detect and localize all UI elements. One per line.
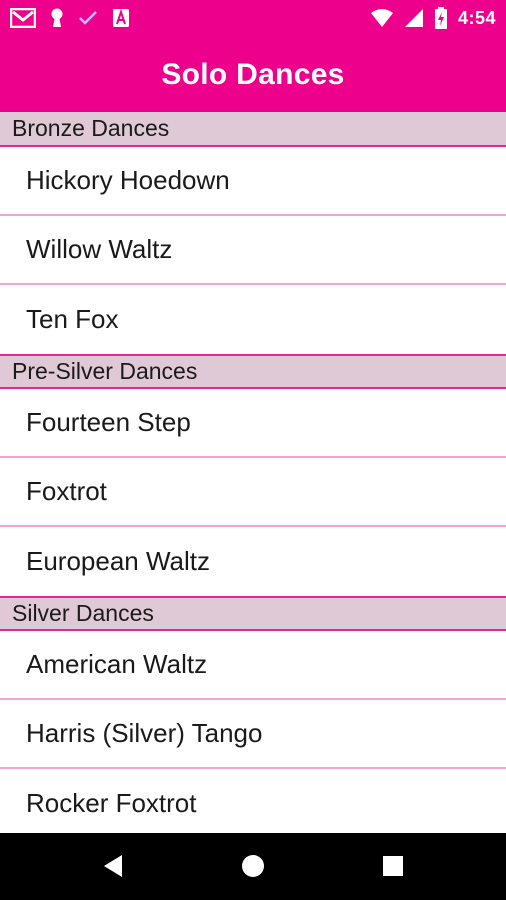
back-button[interactable] [98, 851, 128, 881]
app-screen: 4:54 Solo Dances Bronze Dances Hickory H… [0, 0, 506, 900]
list-item[interactable]: Harris (Silver) Tango [0, 700, 506, 769]
home-button[interactable] [238, 851, 268, 881]
section-header-pre-silver: Pre-Silver Dances [0, 354, 506, 389]
keyhole-icon [50, 7, 64, 29]
section-header-silver: Silver Dances [0, 596, 506, 631]
list-item[interactable]: Hickory Hoedown [0, 147, 506, 216]
list-item[interactable]: Rocker Foxtrot [0, 769, 506, 833]
list-item[interactable]: American Waltz [0, 631, 506, 700]
list-item[interactable]: Ten Fox [0, 285, 506, 354]
home-icon [241, 854, 265, 878]
back-icon [102, 854, 124, 878]
app-bar: Solo Dances [0, 37, 506, 112]
navigation-bar [0, 833, 506, 900]
list-item[interactable]: Fourteen Step [0, 389, 506, 458]
section-header-bronze: Bronze Dances [0, 112, 506, 147]
check-icon [78, 10, 98, 26]
recents-icon [382, 855, 404, 877]
system-status-icons: 4:54 [370, 6, 496, 30]
gmail-icon [10, 8, 36, 28]
recents-button[interactable] [378, 851, 408, 881]
cellular-signal-icon [404, 8, 424, 28]
page-title: Solo Dances [161, 57, 345, 91]
list-item[interactable]: Foxtrot [0, 458, 506, 527]
list-item[interactable]: Willow Waltz [0, 216, 506, 285]
status-time: 4:54 [457, 7, 496, 28]
list-item[interactable]: European Waltz [0, 527, 506, 596]
status-bar: 4:54 [0, 0, 506, 37]
font-a-icon [112, 8, 130, 28]
notification-icons [10, 6, 130, 30]
battery-charging-icon [434, 7, 448, 29]
dance-list[interactable]: Bronze Dances Hickory Hoedown Willow Wal… [0, 112, 506, 833]
wifi-icon [370, 8, 394, 28]
